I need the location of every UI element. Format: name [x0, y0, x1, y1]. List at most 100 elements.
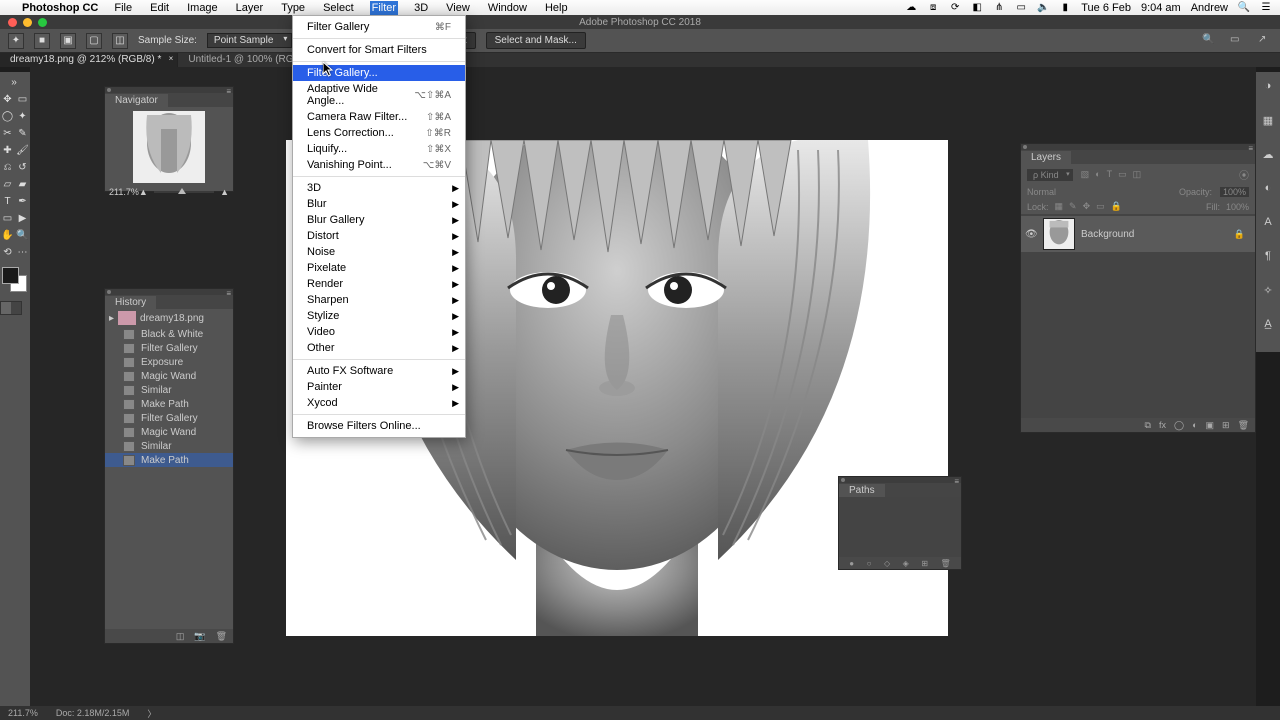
- selection-new-icon[interactable]: ■: [34, 33, 50, 49]
- history-state[interactable]: Filter Gallery: [105, 411, 233, 425]
- doc-tab-1[interactable]: dreamy18.png @ 212% (RGB/8) *×: [0, 53, 178, 67]
- gradient-tool[interactable]: ▰: [15, 176, 30, 192]
- move-tool[interactable]: ✥: [0, 91, 15, 107]
- panel-menu-icon[interactable]: ≡: [1248, 144, 1253, 153]
- color-panel-icon[interactable]: ◑: [1260, 78, 1276, 94]
- notification-icon[interactable]: ☰: [1260, 2, 1272, 14]
- swatches-panel-icon[interactable]: ▦: [1260, 112, 1276, 128]
- menu-filter[interactable]: Filter: [370, 1, 398, 15]
- blend-mode-select[interactable]: Normal: [1027, 187, 1056, 197]
- select-mask-button[interactable]: Select and Mask...: [486, 32, 586, 49]
- filter-shape-icon[interactable]: ▭: [1118, 169, 1127, 180]
- menu-submenu[interactable]: Render▶: [293, 276, 465, 292]
- artboard-tool[interactable]: ▭: [15, 91, 30, 107]
- cloud-icon[interactable]: ☁: [905, 2, 917, 14]
- healing-tool[interactable]: ✚: [0, 142, 15, 158]
- app-name[interactable]: Photoshop CC: [22, 2, 98, 14]
- history-tab[interactable]: History: [105, 296, 156, 309]
- mask-path-icon[interactable]: ◈: [903, 559, 909, 568]
- menu-submenu[interactable]: Other▶: [293, 340, 465, 356]
- paragraph-icon[interactable]: ¶: [1260, 248, 1276, 264]
- menu-type[interactable]: Type: [279, 1, 307, 15]
- menubar-date[interactable]: Tue 6 Feb: [1081, 2, 1131, 14]
- history-state[interactable]: Similar: [105, 383, 233, 397]
- stroke-path-icon[interactable]: ○: [867, 559, 872, 568]
- menu-item[interactable]: Vanishing Point...⌥⌘V: [293, 157, 465, 173]
- history-state[interactable]: Filter Gallery: [105, 341, 233, 355]
- crop-tool[interactable]: ✂: [0, 125, 15, 141]
- zoom-tool[interactable]: 🔍: [15, 227, 30, 243]
- character-icon[interactable]: A: [1260, 214, 1276, 230]
- history-state[interactable]: Exposure: [105, 355, 233, 369]
- app-icon[interactable]: ◧: [971, 2, 983, 14]
- wifi-icon[interactable]: ⋔: [993, 2, 1005, 14]
- group-icon[interactable]: ▣: [1206, 420, 1215, 431]
- zoom-in-icon[interactable]: ▲: [220, 187, 229, 197]
- history-brush-tool[interactable]: ↺: [15, 159, 30, 175]
- menu-submenu[interactable]: Auto FX Software▶: [293, 363, 465, 379]
- menu-help[interactable]: Help: [543, 1, 570, 15]
- panel-menu-icon[interactable]: ≡: [226, 289, 231, 298]
- panel-close-icon[interactable]: [1023, 145, 1027, 149]
- menu-submenu[interactable]: Pixelate▶: [293, 260, 465, 276]
- minimize-window-icon[interactable]: [23, 18, 32, 27]
- trash-icon[interactable]: 🗑: [941, 559, 951, 568]
- layer-name[interactable]: Background: [1081, 229, 1134, 240]
- menu-submenu[interactable]: Stylize▶: [293, 308, 465, 324]
- lock-icon[interactable]: 🔒: [1234, 229, 1251, 240]
- menu-window[interactable]: Window: [486, 1, 529, 15]
- quickmask-toggle[interactable]: [0, 301, 22, 315]
- shape-tool[interactable]: ▭: [0, 210, 15, 226]
- selection-add-icon[interactable]: ▣: [60, 33, 76, 49]
- history-state[interactable]: Similar: [105, 439, 233, 453]
- lock-icon[interactable]: 🔒: [1111, 201, 1122, 212]
- menu-submenu[interactable]: 3D▶: [293, 180, 465, 196]
- menu-submenu[interactable]: Painter▶: [293, 379, 465, 395]
- type-tool[interactable]: T: [0, 193, 15, 209]
- menu-file[interactable]: File: [112, 1, 134, 15]
- menu-submenu[interactable]: Xycod▶: [293, 395, 465, 411]
- lasso-tool[interactable]: ◯: [0, 108, 15, 124]
- layer-row[interactable]: 👁 Background 🔒: [1021, 216, 1255, 252]
- new-snapshot-icon[interactable]: ◫: [176, 631, 185, 642]
- search-icon[interactable]: 🔍: [1238, 2, 1250, 14]
- filter-pixel-icon[interactable]: ▧: [1081, 169, 1090, 180]
- sync-icon[interactable]: ⟳: [949, 2, 961, 14]
- menu-item[interactable]: Filter Gallery...: [293, 65, 465, 81]
- filter-type-icon[interactable]: T: [1107, 169, 1113, 180]
- link-icon[interactable]: ⧉: [1145, 420, 1151, 431]
- menu-convert-smart[interactable]: Convert for Smart Filters: [293, 42, 465, 58]
- mask-icon[interactable]: ◯: [1174, 420, 1184, 431]
- adjustments-icon[interactable]: ◐: [1260, 180, 1276, 196]
- filter-toggle[interactable]: ⦿: [1239, 167, 1249, 182]
- selection-sub-icon[interactable]: ▢: [86, 33, 102, 49]
- fill-value[interactable]: 100%: [1226, 202, 1249, 212]
- menubar-user[interactable]: Andrew: [1191, 2, 1228, 14]
- filter-smart-icon[interactable]: ◫: [1133, 169, 1142, 180]
- share-icon[interactable]: ↗: [1258, 34, 1272, 48]
- styles-icon[interactable]: ✧: [1260, 282, 1276, 298]
- trash-icon[interactable]: 🗑: [216, 631, 227, 642]
- lock-artboard-icon[interactable]: ▭: [1096, 201, 1105, 212]
- brush-tool[interactable]: 🖌: [15, 142, 30, 158]
- tool-preset-icon[interactable]: ✦: [8, 33, 24, 49]
- eraser-tool[interactable]: ▱: [0, 176, 15, 192]
- glyphs-icon[interactable]: A̲: [1260, 316, 1276, 332]
- history-document[interactable]: ▸ dreamy18.png: [105, 309, 233, 327]
- dropbox-icon[interactable]: ⧈: [927, 2, 939, 14]
- layer-filter-kind[interactable]: ρ Kind: [1027, 169, 1073, 181]
- adjustment-icon[interactable]: ◐: [1192, 420, 1197, 430]
- menu-item[interactable]: Camera Raw Filter...⇧⌘A: [293, 109, 465, 125]
- lock-all-icon[interactable]: ▦: [1055, 201, 1064, 212]
- menu-browse-filters[interactable]: Browse Filters Online...: [293, 418, 465, 434]
- magic-wand-tool[interactable]: ✦: [15, 108, 30, 124]
- menu-submenu[interactable]: Sharpen▶: [293, 292, 465, 308]
- navigator-zoom[interactable]: 211.7%: [109, 187, 139, 197]
- panel-close-icon[interactable]: [107, 88, 111, 92]
- workspace-icon[interactable]: ▭: [1230, 34, 1244, 48]
- battery-icon[interactable]: ▮: [1059, 2, 1071, 14]
- lock-pixel-icon[interactable]: ✎: [1069, 201, 1077, 212]
- new-path-icon[interactable]: ⊞: [921, 559, 928, 568]
- fx-icon[interactable]: fx: [1159, 420, 1166, 430]
- close-icon[interactable]: ×: [169, 54, 174, 63]
